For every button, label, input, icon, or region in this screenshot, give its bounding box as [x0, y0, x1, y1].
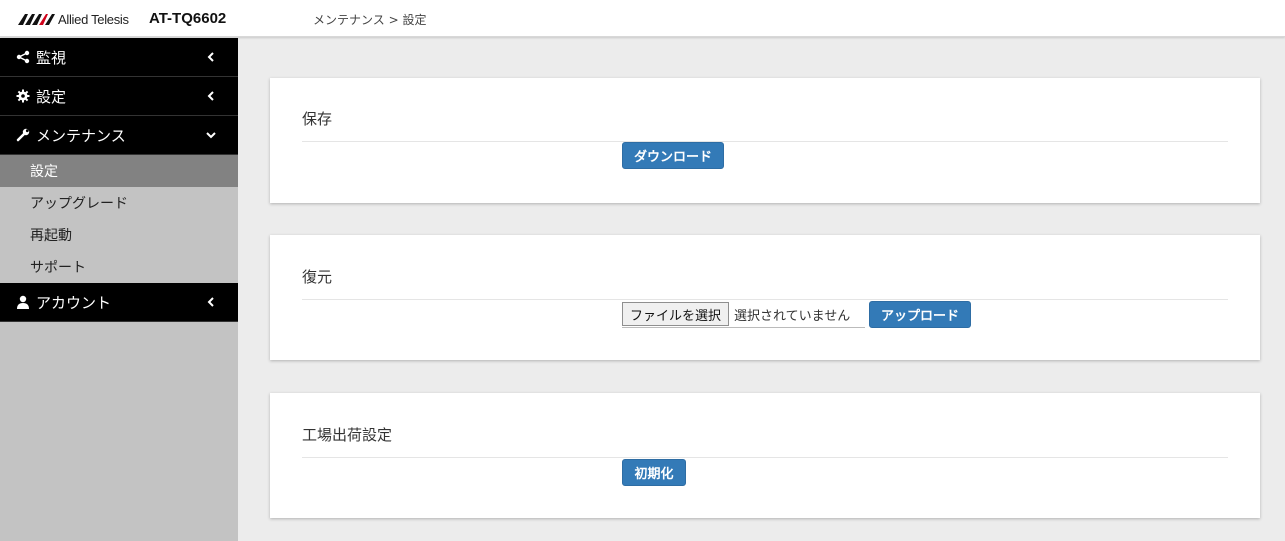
- sidebar-item-label: アカウント: [36, 293, 112, 312]
- brand-name: Allied Telesis: [58, 11, 129, 27]
- sidebar-subitem-reboot[interactable]: 再起動: [0, 219, 238, 251]
- save-card: 保存 ダウンロード: [270, 78, 1260, 203]
- divider: [302, 457, 1228, 458]
- factory-reset-title: 工場出荷設定: [302, 426, 393, 444]
- divider: [302, 299, 1228, 300]
- divider: [302, 141, 1228, 142]
- chevron-left-icon: [207, 52, 214, 62]
- sidebar-item-maintenance[interactable]: メンテナンス: [0, 116, 238, 155]
- sidebar-subitem-label: 再起動: [30, 228, 72, 244]
- chevron-down-icon: [206, 132, 216, 139]
- top-bar: Allied Telesis AT-TQ6602 メンテナンス > 設定: [0, 0, 1285, 37]
- sidebar-subitem-label: 設定: [30, 164, 58, 180]
- restore-title: 復元: [302, 268, 333, 286]
- chevron-left-icon: [207, 297, 214, 307]
- sidebar-subitem-support[interactable]: サポート: [0, 251, 238, 283]
- sidebar-item-label: メンテナンス: [36, 126, 126, 145]
- sidebar-item-settings[interactable]: 設定: [0, 77, 238, 116]
- sidebar-subitem-config[interactable]: 設定: [0, 155, 238, 187]
- chevron-left-icon: [207, 91, 214, 101]
- sidebar-item-label: 設定: [36, 87, 67, 106]
- brand-logo[interactable]: Allied Telesis: [18, 9, 129, 29]
- gear-icon: [16, 89, 30, 103]
- sidebar-subitem-label: アップグレード: [30, 196, 128, 212]
- share-icon: [16, 50, 30, 64]
- sidebar-item-monitor[interactable]: 監視: [0, 38, 238, 77]
- sidebar-subitem-label: サポート: [30, 260, 86, 276]
- device-model: AT-TQ6602: [149, 10, 227, 27]
- upload-button[interactable]: アップロード: [869, 301, 971, 328]
- sidebar-item-account[interactable]: アカウント: [0, 283, 238, 322]
- initialize-button[interactable]: 初期化: [622, 459, 686, 486]
- file-input[interactable]: ファイルを選択 選択されていません: [622, 301, 865, 328]
- factory-reset-card: 工場出荷設定 初期化: [270, 393, 1260, 518]
- file-status: 選択されていません: [734, 308, 851, 324]
- save-title: 保存: [302, 110, 333, 128]
- wrench-icon: [16, 128, 30, 142]
- sidebar-subitem-upgrade[interactable]: アップグレード: [0, 187, 238, 219]
- breadcrumb: メンテナンス > 設定: [313, 13, 427, 27]
- choose-file-button[interactable]: ファイルを選択: [622, 302, 730, 326]
- allied-telesis-logo-icon: [18, 14, 55, 25]
- sidebar: 監視 設定 メンテナンス 設定 アップグレード 再起動 サポート アカウント: [0, 38, 238, 541]
- user-icon: [16, 295, 30, 309]
- restore-card: 復元 ファイルを選択 選択されていません アップロード: [270, 235, 1260, 360]
- download-button[interactable]: ダウンロード: [622, 142, 724, 169]
- sidebar-item-label: 監視: [36, 48, 67, 67]
